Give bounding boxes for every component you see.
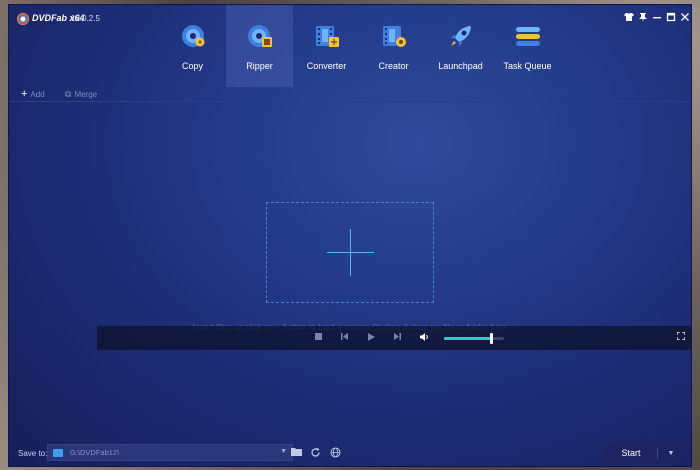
volume-icon[interactable] [419, 332, 430, 344]
tab-launchpad[interactable]: Launchpad [427, 5, 494, 87]
maximize-icon[interactable] [665, 12, 677, 24]
tab-task-queue[interactable]: Task Queue [494, 5, 561, 87]
player-controls [97, 326, 691, 350]
volume-fill [444, 337, 491, 340]
volume-slider[interactable] [444, 333, 504, 344]
browse-folder-icon[interactable] [290, 447, 302, 459]
film-converter-icon [314, 23, 340, 49]
dvdfab-logo-icon [17, 13, 29, 25]
tab-converter-label: Converter [306, 61, 347, 71]
merge-icon: ⧉ [65, 89, 72, 99]
tab-creator-label: Creator [378, 61, 409, 71]
tab-task-queue-label: Task Queue [503, 61, 552, 71]
play-icon[interactable] [367, 332, 376, 345]
pin-icon[interactable] [637, 12, 649, 24]
task-queue-icon [515, 23, 541, 49]
previous-icon[interactable] [340, 332, 349, 344]
save-to-label: Save to: [18, 449, 48, 458]
close-icon[interactable] [679, 12, 691, 24]
tab-copy-label: Copy [181, 61, 203, 71]
dvdfab-window: DVDFab x64 12.0.2.5 Copy Ripper Converte… [8, 4, 692, 467]
merge-button[interactable]: ⧉ Merge [65, 89, 97, 99]
merge-label: Merge [74, 89, 98, 99]
module-nav: Copy Ripper Converter Creator Launchpad … [159, 5, 561, 87]
next-icon[interactable] [393, 332, 402, 344]
chevron-down-icon[interactable]: ▼ [280, 448, 287, 455]
tab-creator[interactable]: Creator [360, 5, 427, 87]
add-label: Add [30, 89, 45, 99]
stop-icon[interactable] [314, 332, 323, 344]
add-button[interactable]: + Add [21, 88, 45, 100]
save-path-field[interactable]: G:\DVDFab12\ ▼ [47, 444, 293, 461]
fullscreen-icon[interactable] [676, 331, 686, 342]
start-options-dropdown[interactable]: ▼ [658, 445, 684, 462]
tab-ripper-label: Ripper [246, 61, 273, 71]
add-source-plus-icon-vertical [350, 229, 351, 276]
shirt-icon[interactable] [623, 12, 635, 24]
disc-ripper-icon [247, 23, 273, 49]
tab-copy[interactable]: Copy [159, 5, 226, 87]
tab-converter[interactable]: Converter [293, 5, 360, 87]
tab-launchpad-label: Launchpad [438, 61, 483, 71]
start-button[interactable]: Start [605, 445, 657, 462]
tab-ripper[interactable]: Ripper [226, 5, 293, 87]
volume-knob[interactable] [489, 333, 493, 344]
app-version: 12.0.2.5 [71, 14, 100, 23]
minimize-icon[interactable] [651, 12, 663, 24]
globe-icon[interactable] [329, 447, 341, 459]
disc-copy-icon [180, 23, 206, 49]
folder-icon [53, 449, 63, 457]
plus-icon: + [21, 88, 28, 100]
rocket-icon [448, 23, 474, 49]
film-creator-icon [381, 23, 407, 49]
save-path-value: G:\DVDFab12\ [70, 448, 120, 457]
toolbar-divider [9, 101, 691, 102]
refresh-icon[interactable] [309, 447, 321, 459]
source-drop-zone[interactable] [266, 202, 434, 303]
